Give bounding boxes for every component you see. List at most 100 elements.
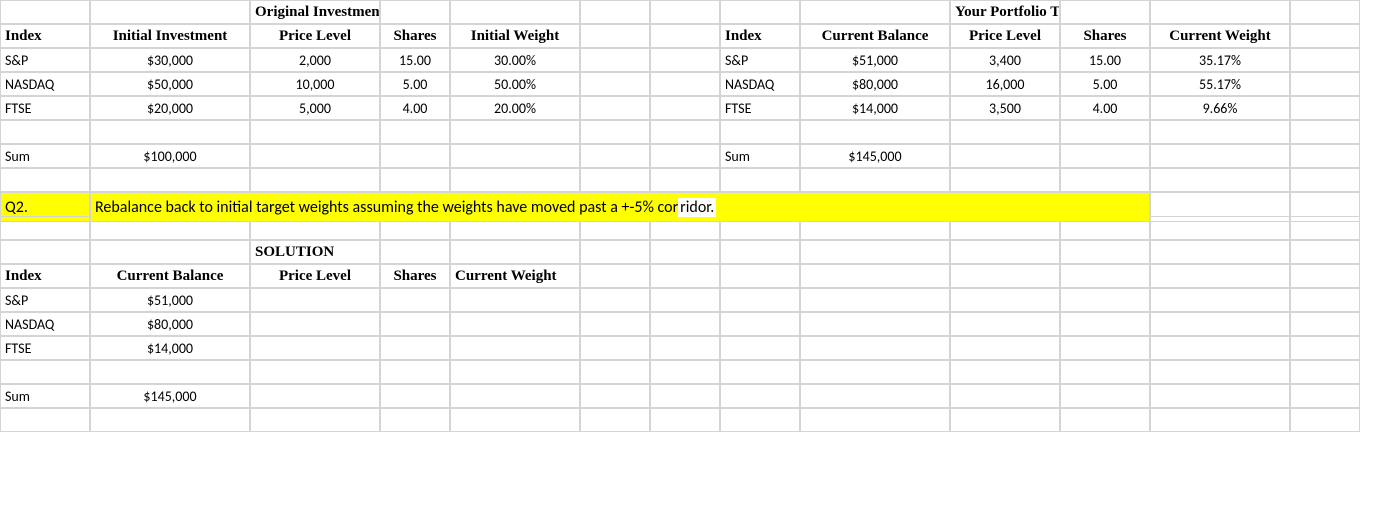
portfolio-sum-label[interactable]: Sum: [720, 144, 800, 168]
blank-cell[interactable]: [90, 408, 250, 432]
solution-row-index[interactable]: S&P: [0, 288, 90, 312]
solution-sum-value[interactable]: $145,000: [90, 384, 250, 408]
header-price-level[interactable]: Price Level: [250, 24, 380, 48]
blank-cell[interactable]: [1290, 144, 1360, 168]
blank-cell[interactable]: [380, 288, 450, 312]
solution-row-current-balance[interactable]: $14,000: [90, 336, 250, 360]
blank-cell[interactable]: [450, 168, 580, 192]
blank-cell[interactable]: [800, 384, 950, 408]
portfolio-row-index[interactable]: NASDAQ: [720, 72, 800, 96]
blank-cell[interactable]: [1150, 408, 1290, 432]
blank-cell[interactable]: [650, 72, 720, 96]
blank-cell[interactable]: [950, 360, 1060, 384]
blank-cell[interactable]: [650, 336, 720, 360]
blank-cell[interactable]: [1150, 144, 1290, 168]
blank-cell[interactable]: [1290, 384, 1360, 408]
blank-cell[interactable]: [650, 24, 720, 48]
blank-cell[interactable]: [650, 120, 720, 144]
blank-cell[interactable]: [950, 240, 1060, 264]
header-current-weight[interactable]: Current Weight: [1150, 24, 1290, 48]
blank-cell[interactable]: [1060, 288, 1150, 312]
header-shares[interactable]: Shares: [380, 264, 450, 288]
blank-cell[interactable]: [1290, 96, 1360, 120]
blank-cell[interactable]: [950, 168, 1060, 192]
blank-cell[interactable]: [1150, 0, 1290, 24]
blank-cell[interactable]: [720, 264, 800, 288]
blank-cell[interactable]: [1290, 288, 1360, 312]
portfolio-row-shares[interactable]: 4.00: [1060, 96, 1150, 120]
blank-cell[interactable]: [1060, 144, 1150, 168]
blank-cell[interactable]: [1150, 264, 1290, 288]
header-current-balance[interactable]: Current Balance: [90, 264, 250, 288]
portfolio-row-price-level[interactable]: 3,400: [950, 48, 1060, 72]
blank-cell[interactable]: [1290, 408, 1360, 432]
original-row-price-level[interactable]: 5,000: [250, 96, 380, 120]
blank-cell[interactable]: [580, 384, 650, 408]
blank-cell[interactable]: [1060, 168, 1150, 192]
original-sum-value[interactable]: $100,000: [90, 144, 250, 168]
blank-cell[interactable]: [800, 336, 950, 360]
blank-cell[interactable]: [0, 120, 90, 144]
blank-cell[interactable]: [650, 144, 720, 168]
blank-cell[interactable]: [1290, 360, 1360, 384]
solution-row-current-balance[interactable]: $80,000: [90, 312, 250, 336]
blank-cell[interactable]: [720, 336, 800, 360]
blank-cell[interactable]: [380, 336, 450, 360]
blank-cell[interactable]: [800, 240, 950, 264]
blank-cell[interactable]: [650, 408, 720, 432]
blank-cell[interactable]: [380, 168, 450, 192]
blank-cell[interactable]: [1150, 312, 1290, 336]
blank-cell[interactable]: [450, 408, 580, 432]
blank-cell[interactable]: [450, 288, 580, 312]
original-row-initial-weight[interactable]: 20.00%: [450, 96, 580, 120]
blank-cell[interactable]: [580, 72, 650, 96]
blank-cell[interactable]: [720, 360, 800, 384]
original-row-initial-weight[interactable]: 30.00%: [450, 48, 580, 72]
blank-cell[interactable]: [720, 240, 800, 264]
header-index[interactable]: Index: [0, 264, 90, 288]
blank-cell[interactable]: [380, 120, 450, 144]
blank-cell[interactable]: [950, 264, 1060, 288]
original-row-shares[interactable]: 4.00: [380, 96, 450, 120]
blank-cell[interactable]: [800, 120, 950, 144]
blank-cell[interactable]: [950, 120, 1060, 144]
blank-cell[interactable]: [1060, 408, 1150, 432]
portfolio-row-price-level[interactable]: 16,000: [950, 72, 1060, 96]
portfolio-row-shares[interactable]: 5.00: [1060, 72, 1150, 96]
portfolio-sum-value[interactable]: $145,000: [800, 144, 950, 168]
blank-cell[interactable]: [580, 24, 650, 48]
original-row-initial-investment[interactable]: $30,000: [90, 48, 250, 72]
blank-cell[interactable]: [250, 168, 380, 192]
question-text-cell[interactable]: Rebalance back to initial target weights…: [90, 192, 1150, 222]
original-investment-title[interactable]: Original Investment: [250, 0, 380, 24]
blank-cell[interactable]: [950, 312, 1060, 336]
header-index[interactable]: Index: [0, 24, 90, 48]
blank-cell[interactable]: [450, 0, 580, 24]
blank-cell[interactable]: [720, 0, 800, 24]
blank-cell[interactable]: [90, 0, 250, 24]
blank-cell[interactable]: [380, 144, 450, 168]
blank-cell[interactable]: [90, 240, 250, 264]
blank-cell[interactable]: [1150, 288, 1290, 312]
blank-cell[interactable]: [1060, 120, 1150, 144]
blank-cell[interactable]: [580, 0, 650, 24]
blank-cell[interactable]: [380, 408, 450, 432]
blank-cell[interactable]: [1290, 24, 1360, 48]
blank-cell[interactable]: [800, 288, 950, 312]
blank-cell[interactable]: [450, 360, 580, 384]
blank-cell[interactable]: [650, 312, 720, 336]
blank-cell[interactable]: [1150, 168, 1290, 192]
blank-cell[interactable]: [1150, 360, 1290, 384]
blank-cell[interactable]: [0, 408, 90, 432]
blank-cell[interactable]: [580, 312, 650, 336]
blank-cell[interactable]: [580, 336, 650, 360]
blank-cell[interactable]: [450, 120, 580, 144]
portfolio-row-price-level[interactable]: 3,500: [950, 96, 1060, 120]
blank-cell[interactable]: [450, 312, 580, 336]
blank-cell[interactable]: [800, 168, 950, 192]
blank-cell[interactable]: [1060, 0, 1150, 24]
blank-cell[interactable]: [650, 240, 720, 264]
blank-cell[interactable]: [720, 168, 800, 192]
blank-cell[interactable]: [950, 408, 1060, 432]
blank-cell[interactable]: [720, 312, 800, 336]
